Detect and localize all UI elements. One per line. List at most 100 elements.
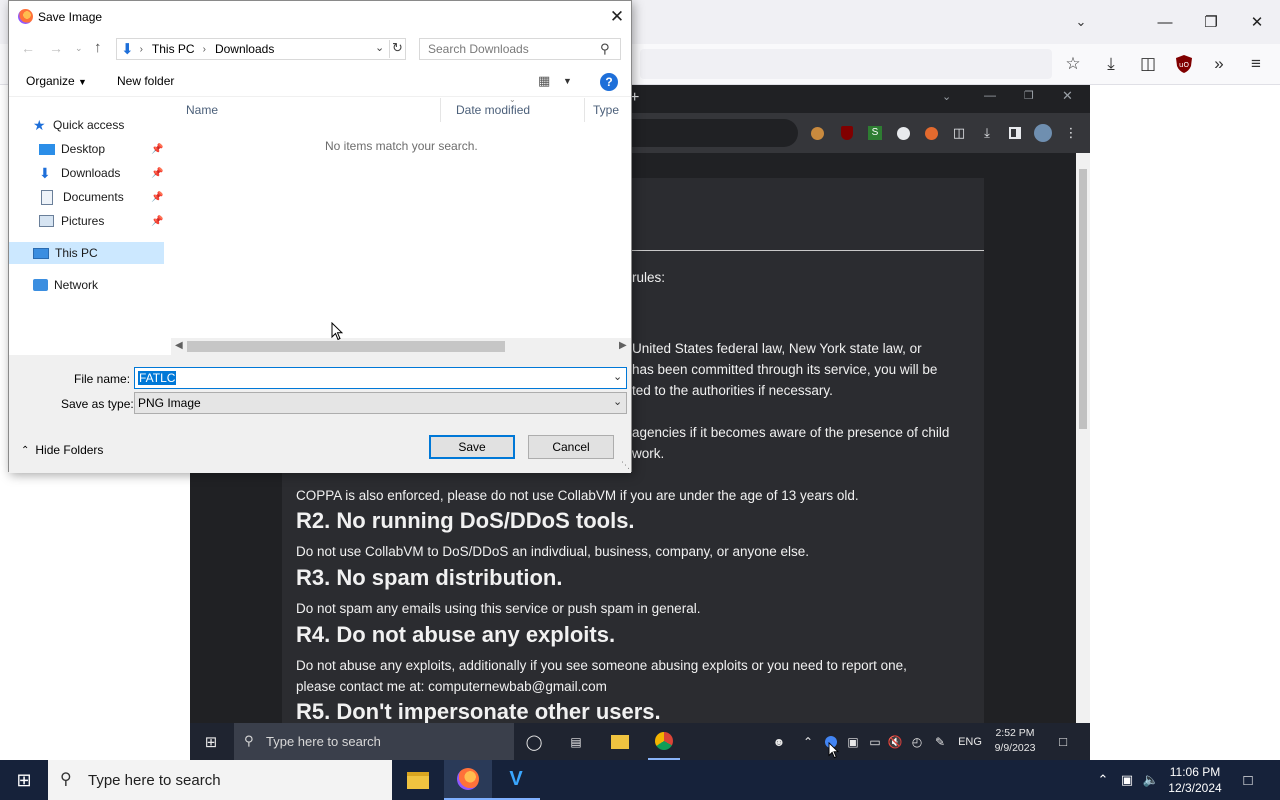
volume-icon[interactable]: 🔈 [1140, 760, 1162, 800]
notifications-icon[interactable]: □ [1236, 760, 1260, 800]
scroll-left-icon[interactable]: ◀ [175, 340, 183, 351]
minimize-icon[interactable]: — [1142, 0, 1188, 44]
vm-mute-icon[interactable]: 🔇 [886, 723, 904, 760]
scrollbar-thumb[interactable] [187, 341, 505, 352]
column-name[interactable]: Name [171, 98, 441, 122]
cancel-button[interactable]: Cancel [528, 435, 614, 459]
vm-language[interactable]: ENG [956, 723, 984, 760]
column-type[interactable]: Type [585, 98, 635, 122]
ublock-extension-icon[interactable] [836, 122, 858, 144]
vm-cortana-icon[interactable]: ◯ [518, 723, 550, 760]
vm-tray-chevron-icon[interactable]: ⌃ [800, 723, 816, 760]
view-dropdown-icon[interactable]: ▼ [563, 76, 572, 86]
help-button[interactable]: ? [600, 73, 618, 91]
url-bar[interactable] [640, 49, 1052, 79]
kebab-menu-icon[interactable]: ⋮ [1060, 122, 1082, 144]
side-panel-icon[interactable] [1004, 122, 1026, 144]
r4-heading: R4. Do not abuse any exploits. [296, 622, 616, 647]
vm-search-icon: ⚲ [244, 733, 254, 748]
host-taskbar: ⊞ ⚲ Type here to search V ⌃ ▣ 🔈 11:06 PM… [0, 760, 1280, 800]
nav-this-pc[interactable]: This PC [9, 242, 164, 264]
vm-start-icon[interactable]: ⊞ [198, 723, 224, 760]
breadcrumb-this-pc[interactable]: This PC [152, 42, 195, 56]
new-folder-button[interactable]: New folder [117, 74, 174, 88]
nav-pictures[interactable]: Pictures [39, 210, 104, 232]
back-arrow-icon[interactable]: ← [21, 40, 35, 56]
tray-chevron-icon[interactable]: ⌃ [1094, 760, 1112, 800]
host-network-icon[interactable]: ▣ [1116, 760, 1138, 800]
vm-people-icon[interactable]: ☻ [768, 723, 790, 760]
up-arrow-icon[interactable]: ↑ [94, 39, 102, 56]
vm-page-scrollbar[interactable] [1076, 153, 1090, 723]
app-menu-icon[interactable]: ≡ [1241, 49, 1271, 79]
rule1-line4: agencies if it becomes aware of the pres… [632, 425, 950, 440]
cookie-extension-icon[interactable] [806, 122, 828, 144]
vm-search-box[interactable]: ⚲ Type here to search [234, 723, 514, 760]
vm-close-icon[interactable]: ✕ [1062, 88, 1073, 104]
nav-quick-access[interactable]: ★ Quick access [33, 114, 124, 136]
search-input[interactable]: Search Downloads ⚲ [419, 38, 621, 60]
vm-chrome-taskbar-icon[interactable] [648, 723, 680, 760]
address-bar[interactable]: ⬇ › This PC › Downloads ⌄ ↻ [116, 38, 406, 60]
profile-avatar-icon[interactable] [1032, 122, 1054, 144]
search-placeholder: Search Downloads [428, 42, 529, 56]
save-button[interactable]: Save [429, 435, 515, 459]
file-name-label: File name: [74, 372, 131, 386]
vm-battery-icon[interactable]: ▭ [866, 723, 884, 760]
more-tools-icon[interactable]: » [1204, 49, 1234, 79]
restore-icon[interactable]: ❐ [1188, 0, 1234, 44]
vm-defender-icon[interactable]: ▣ [844, 723, 862, 760]
horizontal-scrollbar[interactable]: ◀ ▶ [171, 338, 631, 355]
nav-downloads[interactable]: ⬇ Downloads [39, 162, 120, 184]
s-extension-icon[interactable]: S [864, 122, 886, 144]
extensions-icon[interactable]: ◫ [1133, 49, 1163, 79]
list-all-tabs-icon[interactable]: ⌄ [1066, 0, 1096, 44]
vm-date: 9/9/2023 [994, 742, 1036, 754]
scroll-right-icon[interactable]: ▶ [619, 340, 627, 351]
ublock-origin-icon[interactable]: uO [1169, 49, 1199, 79]
file-name-field[interactable]: FATLC ⌄ [134, 367, 627, 389]
close-window-icon[interactable]: ✕ [1234, 0, 1280, 44]
vm-minimize-icon[interactable]: — [984, 88, 996, 102]
vm-file-explorer-icon[interactable] [604, 723, 636, 760]
file-list[interactable]: No items match your search. [171, 122, 631, 338]
vm-clock[interactable]: 2:52 PM 9/9/2023 [990, 726, 1040, 758]
vm-network-icon[interactable]: ◴ [908, 723, 926, 760]
address-dropdown-icon[interactable]: ⌄ [375, 41, 384, 54]
firefox-taskbar-icon[interactable] [444, 760, 492, 800]
scrollbar-thumb[interactable] [1079, 169, 1087, 429]
forward-arrow-icon[interactable]: → [49, 40, 63, 56]
vm-pen-icon[interactable]: ✎ [930, 723, 950, 760]
vm-restore-icon[interactable]: ❐ [1024, 89, 1034, 102]
host-clock[interactable]: 11:06 PM 12/3/2024 [1164, 764, 1226, 796]
puzzle-extensions-icon[interactable]: ◫ [948, 122, 970, 144]
nav-network[interactable]: Network [33, 274, 98, 296]
vscode-taskbar-icon[interactable]: V [492, 760, 540, 800]
chevron-up-icon: ⌃ [21, 444, 30, 456]
vm-task-view-icon[interactable]: ▤ [560, 723, 592, 760]
breadcrumb-downloads[interactable]: Downloads [215, 42, 274, 56]
hide-folders-button[interactable]: ⌃ Hide Folders [21, 443, 103, 457]
nav-documents[interactable]: Documents [39, 186, 124, 208]
file-name-dropdown-icon[interactable]: ⌄ [613, 370, 622, 383]
dialog-close-button[interactable]: ✕ [603, 1, 631, 32]
vm-downloads-icon[interactable]: ⤓ [976, 122, 998, 144]
nav-desktop[interactable]: Desktop [39, 138, 105, 160]
downloads-icon[interactable]: ⤓ [1096, 49, 1126, 79]
view-options-icon[interactable]: ▦ [538, 73, 550, 89]
recent-locations-icon[interactable]: ⌄ [75, 43, 83, 54]
file-explorer-icon[interactable] [394, 760, 442, 800]
bookmark-star-icon[interactable]: ☆ [1058, 49, 1088, 79]
fox-extension-icon[interactable] [920, 122, 942, 144]
organize-button[interactable]: Organize ▼ [26, 74, 87, 88]
navigation-pane: ★ Quick access Desktop 📌 ⬇ Downloads 📌 D… [9, 98, 169, 354]
ghost-extension-icon[interactable] [892, 122, 914, 144]
r5-heading: R5. Don't impersonate other users. [296, 699, 661, 723]
tab-search-icon[interactable]: ⌄ [942, 90, 951, 103]
host-search-box[interactable]: ⚲ Type here to search [48, 760, 392, 800]
vm-action-center-icon[interactable]: □ [1052, 723, 1074, 760]
refresh-icon[interactable]: ↻ [389, 40, 405, 58]
save-as-type-select[interactable]: PNG Image ⌄ [134, 392, 627, 414]
start-icon[interactable]: ⊞ [0, 760, 48, 800]
resize-grip-icon[interactable]: ⋱ [621, 460, 630, 471]
